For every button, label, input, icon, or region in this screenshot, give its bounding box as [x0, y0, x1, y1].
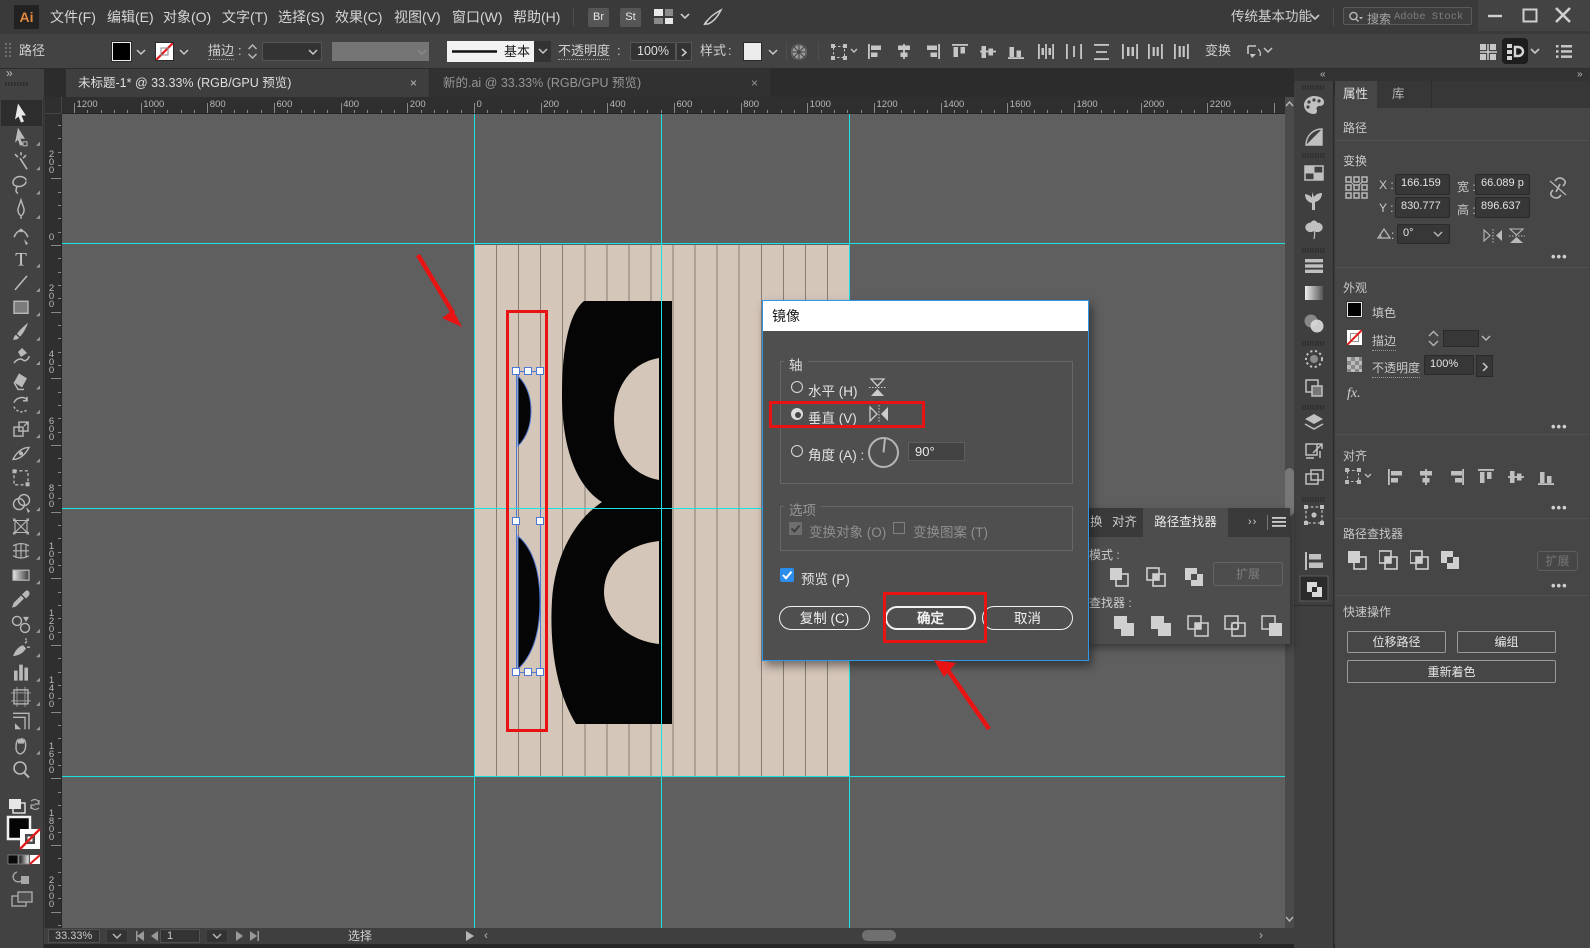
svg-text:T: T	[15, 250, 27, 271]
